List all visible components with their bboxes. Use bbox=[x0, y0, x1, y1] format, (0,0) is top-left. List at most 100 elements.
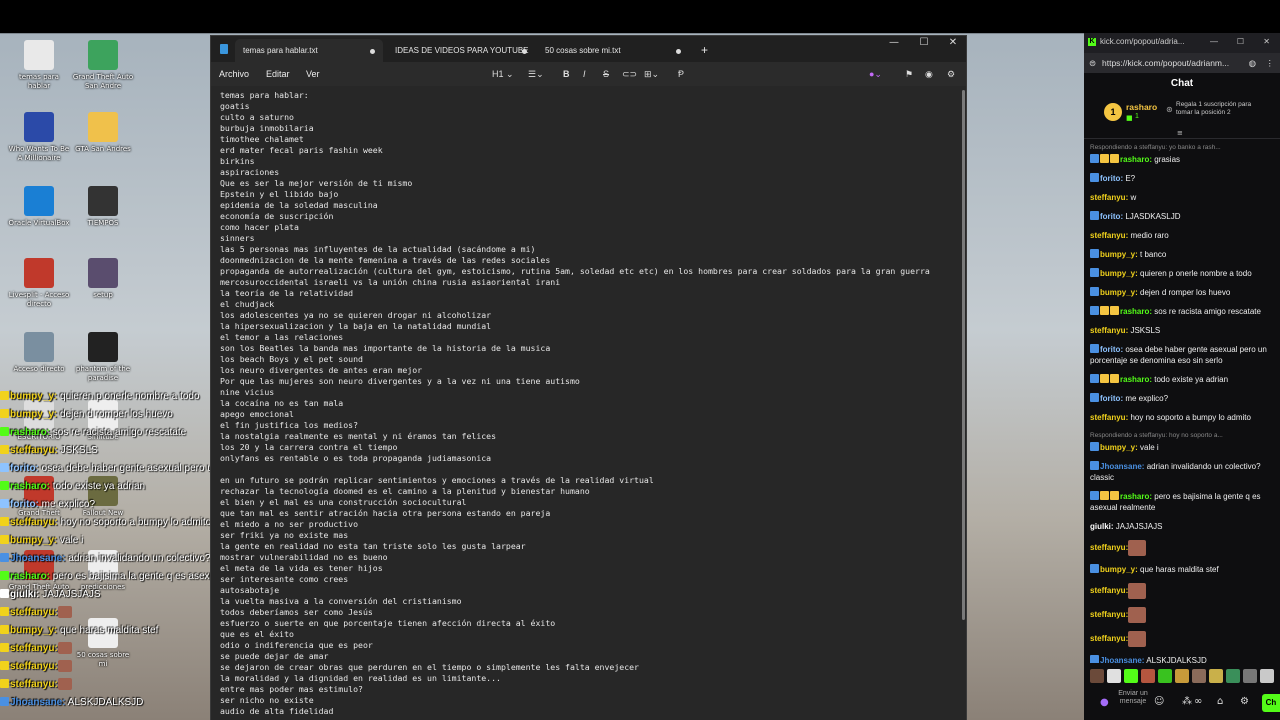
unsaved-dot-icon[interactable] bbox=[522, 49, 527, 54]
chat-message[interactable]: steffanyu: JSKSLS bbox=[1090, 325, 1274, 336]
emoji-icon[interactable]: ☺ bbox=[1154, 696, 1164, 707]
new-tab-button[interactable]: + bbox=[693, 39, 717, 62]
send-button[interactable]: Ch bbox=[1262, 694, 1280, 712]
chat-username[interactable]: steffanyu: bbox=[1090, 543, 1128, 552]
link-icon[interactable]: ⊂⊃ bbox=[622, 65, 637, 83]
emote-icon[interactable] bbox=[1107, 669, 1121, 683]
tab-temas[interactable]: temas para hablar.txt bbox=[235, 39, 383, 62]
desktop-icon[interactable]: Livesplit - Acceso directo bbox=[8, 258, 70, 309]
chat-username[interactable]: rasharo: bbox=[1120, 155, 1152, 164]
desktop-icon[interactable]: Who Wants To Be A Millionaire bbox=[8, 112, 70, 163]
desktop-icon[interactable]: temas para hablar bbox=[8, 40, 70, 91]
emote-icon[interactable] bbox=[1124, 669, 1138, 683]
maximize-icon[interactable]: ☐ bbox=[909, 36, 939, 62]
chat-message[interactable]: steffanyu: bbox=[1090, 540, 1274, 556]
chat-message[interactable]: steffanyu: w bbox=[1090, 192, 1274, 203]
chat-username[interactable]: bumpy_y: bbox=[1100, 288, 1138, 297]
close-icon[interactable]: ✕ bbox=[1263, 33, 1270, 51]
chat-username[interactable]: forito: bbox=[1100, 345, 1123, 354]
minimize-icon[interactable]: — bbox=[879, 36, 909, 62]
menu-editar[interactable]: Editar bbox=[266, 65, 290, 83]
chat-username[interactable]: forito: bbox=[1100, 212, 1123, 221]
copilot-icon[interactable]: ●⌄ bbox=[869, 65, 882, 83]
editor-scrollbar[interactable] bbox=[962, 90, 965, 620]
text-editor[interactable]: temas para hablar: goatis culto a saturno b… bbox=[211, 86, 966, 720]
store-icon[interactable]: ⌂ bbox=[1217, 696, 1223, 707]
menu-dots-icon[interactable]: ⋮ bbox=[1266, 53, 1275, 73]
emote-icon[interactable] bbox=[1209, 669, 1223, 683]
chat-message[interactable]: forito: E? bbox=[1090, 173, 1274, 184]
menu-ver[interactable]: Ver bbox=[306, 65, 320, 83]
chat-message[interactable]: bumpy_y: que haras maldita stef bbox=[1090, 564, 1274, 575]
chat-username[interactable]: steffanyu: bbox=[1090, 326, 1128, 335]
chat-message[interactable]: steffanyu: bbox=[1090, 607, 1274, 623]
close-icon[interactable]: ✕ bbox=[938, 36, 968, 62]
chat-message[interactable]: giulki: JAJAJSJAJS bbox=[1090, 521, 1274, 532]
unsaved-dot-icon[interactable] bbox=[676, 49, 681, 54]
chat-message[interactable]: rasharo: pero es bajisima la gente q es … bbox=[1090, 491, 1274, 513]
emote-icon[interactable] bbox=[1192, 669, 1206, 683]
heading-dropdown[interactable]: H1 ⌄ bbox=[492, 65, 514, 83]
extension-icon[interactable]: ◍ bbox=[1249, 53, 1256, 73]
desktop-icon[interactable]: phantom of the paradise bbox=[72, 332, 134, 383]
gift-cta-text[interactable]: Regala 1 suscripción para tomar la posic… bbox=[1176, 101, 1268, 117]
infinity-icon[interactable]: ∞ bbox=[1194, 696, 1202, 707]
chat-message[interactable]: steffanyu: bbox=[1090, 583, 1274, 599]
chat-username[interactable]: giulki: bbox=[1090, 522, 1114, 531]
minimize-icon[interactable]: — bbox=[1210, 33, 1218, 51]
chat-username[interactable]: steffanyu: bbox=[1090, 231, 1128, 240]
chat-username[interactable]: steffanyu: bbox=[1090, 586, 1128, 595]
list-icon[interactable]: ☰⌄ bbox=[528, 65, 544, 83]
emote-icon[interactable] bbox=[1243, 669, 1257, 683]
desktop-icon[interactable]: Acceso directo bbox=[8, 332, 70, 374]
settings-gear-icon[interactable]: ⚙ bbox=[1240, 696, 1249, 707]
tab-ideas-videos[interactable]: IDEAS DE VIDEOS PARA YOUTUBE bbox=[387, 39, 533, 62]
desktop-icon[interactable]: TIEMPOS bbox=[72, 186, 134, 228]
reply-reference[interactable]: Respondiendo a steffanyu: yo banko a ras… bbox=[1090, 143, 1274, 152]
chat-input[interactable]: Enviar un mensaje bbox=[1114, 690, 1152, 706]
gift-icon[interactable]: ⁂ bbox=[1182, 696, 1192, 707]
chat-username[interactable]: Jhoansane: bbox=[1100, 656, 1144, 663]
chat-message[interactable]: steffanyu: bbox=[1090, 631, 1274, 647]
chat-message[interactable]: rasharo: grasias bbox=[1090, 154, 1274, 165]
chat-username[interactable]: bumpy_y: bbox=[1100, 250, 1138, 259]
chat-message[interactable]: bumpy_y: vale i bbox=[1090, 442, 1274, 453]
italic-icon[interactable]: I bbox=[583, 65, 586, 83]
chat-username[interactable]: forito: bbox=[1100, 174, 1123, 183]
chat-username[interactable]: steffanyu: bbox=[1090, 413, 1128, 422]
clear-format-icon[interactable]: Ᵽ bbox=[678, 65, 684, 83]
site-info-icon[interactable]: ⊜ bbox=[1089, 53, 1096, 73]
reply-reference[interactable]: Respondiendo a steffanyu: hoy no soporto… bbox=[1090, 431, 1274, 440]
chat-message[interactable]: bumpy_y: t banco bbox=[1090, 249, 1274, 260]
mic-icon[interactable]: ● bbox=[1100, 697, 1109, 708]
table-icon[interactable]: ⊞⌄ bbox=[644, 65, 659, 83]
chat-message[interactable]: steffanyu: medio raro bbox=[1090, 230, 1274, 241]
emote-icon[interactable] bbox=[1158, 669, 1172, 683]
desktop-icon[interactable]: Grand Theft Auto San Andre bbox=[72, 40, 134, 91]
strikethrough-icon[interactable]: S bbox=[603, 65, 609, 83]
chat-message[interactable]: bumpy_y: quieren p onerle nombre a todo bbox=[1090, 268, 1274, 279]
chat-username[interactable]: Jhoansane: bbox=[1100, 462, 1144, 471]
chat-message[interactable]: rasharo: sos re racista amigo rescatate bbox=[1090, 306, 1274, 317]
desktop-icon[interactable]: Oracle VirtualBox bbox=[8, 186, 70, 228]
address-bar[interactable]: ⊜ https://kick.com/popout/adrianm... ◍ ⋮ bbox=[1084, 53, 1280, 73]
expand-handle-icon[interactable]: ≡ bbox=[1177, 129, 1183, 137]
chat-username[interactable]: bumpy_y: bbox=[1100, 269, 1138, 278]
chat-message[interactable]: forito: osea debe haber gente asexual pe… bbox=[1090, 344, 1274, 366]
emote-icon[interactable] bbox=[1141, 669, 1155, 683]
chat-username[interactable]: rasharo: bbox=[1120, 492, 1152, 501]
chat-username[interactable]: forito: bbox=[1100, 394, 1123, 403]
chat-username[interactable]: rasharo: bbox=[1120, 375, 1152, 384]
tab-50-cosas[interactable]: 50 cosas sobre mi.txt bbox=[537, 39, 687, 62]
chat-username[interactable]: steffanyu: bbox=[1090, 193, 1128, 202]
chat-username[interactable]: bumpy_y: bbox=[1100, 443, 1138, 452]
unsaved-dot-icon[interactable] bbox=[370, 49, 375, 54]
chat-message[interactable]: forito: LJASDKASLJD bbox=[1090, 211, 1274, 222]
emote-icon[interactable] bbox=[1226, 669, 1240, 683]
feedback-icon[interactable]: ⚑ bbox=[905, 65, 913, 83]
chat-username[interactable]: rasharo: bbox=[1120, 307, 1152, 316]
menu-archivo[interactable]: Archivo bbox=[219, 65, 249, 83]
emote-icon[interactable] bbox=[1260, 669, 1274, 683]
chat-message[interactable]: steffanyu: hoy no soporto a bumpy lo adm… bbox=[1090, 412, 1274, 423]
chat-username[interactable]: steffanyu: bbox=[1090, 634, 1128, 643]
